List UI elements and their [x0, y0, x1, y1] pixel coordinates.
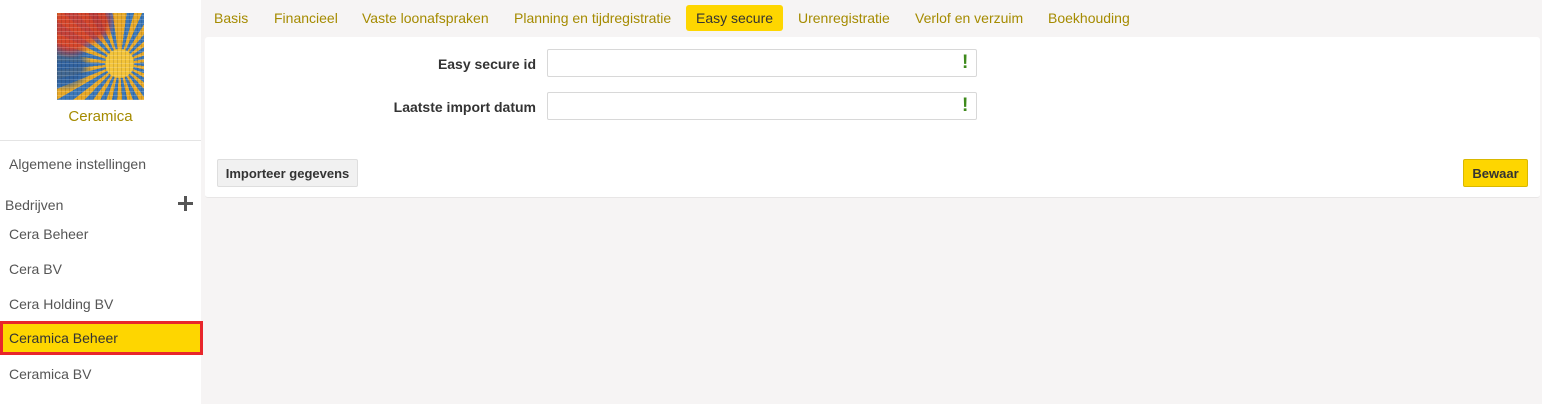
sidebar: Ceramica Algemene instellingen Bedrijven…	[0, 0, 203, 404]
tab-basis[interactable]: Basis	[204, 5, 258, 31]
tab-verlof-en-verzuim[interactable]: Verlof en verzuim	[905, 5, 1033, 31]
easy-secure-id-label: Easy secure id	[437, 56, 536, 72]
import-data-button[interactable]: Importeer gegevens	[217, 159, 358, 187]
sidebar-item-company-active[interactable]: Ceramica Beheer	[0, 321, 203, 355]
easy-secure-id-field[interactable]	[547, 49, 977, 77]
exclamation-icon: !	[962, 52, 969, 73]
app-root: Ceramica Algemene instellingen Bedrijven…	[0, 0, 1542, 404]
companies-section-label: Bedrijven	[5, 197, 64, 213]
tab-planning-en-tijdregistratie[interactable]: Planning en tijdregistratie	[504, 5, 681, 31]
brand-name: Ceramica	[68, 108, 133, 125]
tab-boekhouding[interactable]: Boekhouding	[1038, 5, 1140, 31]
sidebar-item-company[interactable]: Cera Beheer	[0, 217, 203, 251]
sidebar-item-company[interactable]: Cera Holding BV	[0, 287, 203, 321]
sidebar-item-company[interactable]: Cera BV	[0, 252, 203, 286]
tab-easy-secure[interactable]: Easy secure	[686, 5, 784, 31]
brand-header: Ceramica	[0, 0, 201, 141]
easy-secure-panel: Easy secure id ! Laatste import datum ! …	[205, 37, 1540, 198]
mosaic-sun-logo-icon	[57, 13, 144, 100]
sidebar-item-company[interactable]: Ceramica BV	[0, 357, 203, 391]
sidebar-item-general-settings[interactable]: Algemene instellingen	[9, 156, 146, 172]
plus-icon[interactable]	[178, 196, 193, 211]
tab-financieel[interactable]: Financieel	[264, 5, 348, 31]
exclamation-icon: !	[962, 95, 969, 116]
tab-urenregistratie[interactable]: Urenregistratie	[788, 5, 900, 31]
last-import-date-label: Laatste import datum	[393, 99, 536, 115]
save-button[interactable]: Bewaar	[1463, 159, 1528, 187]
tab-vaste-loonafspraken[interactable]: Vaste loonafspraken	[352, 5, 499, 31]
last-import-date-field[interactable]	[547, 92, 977, 120]
